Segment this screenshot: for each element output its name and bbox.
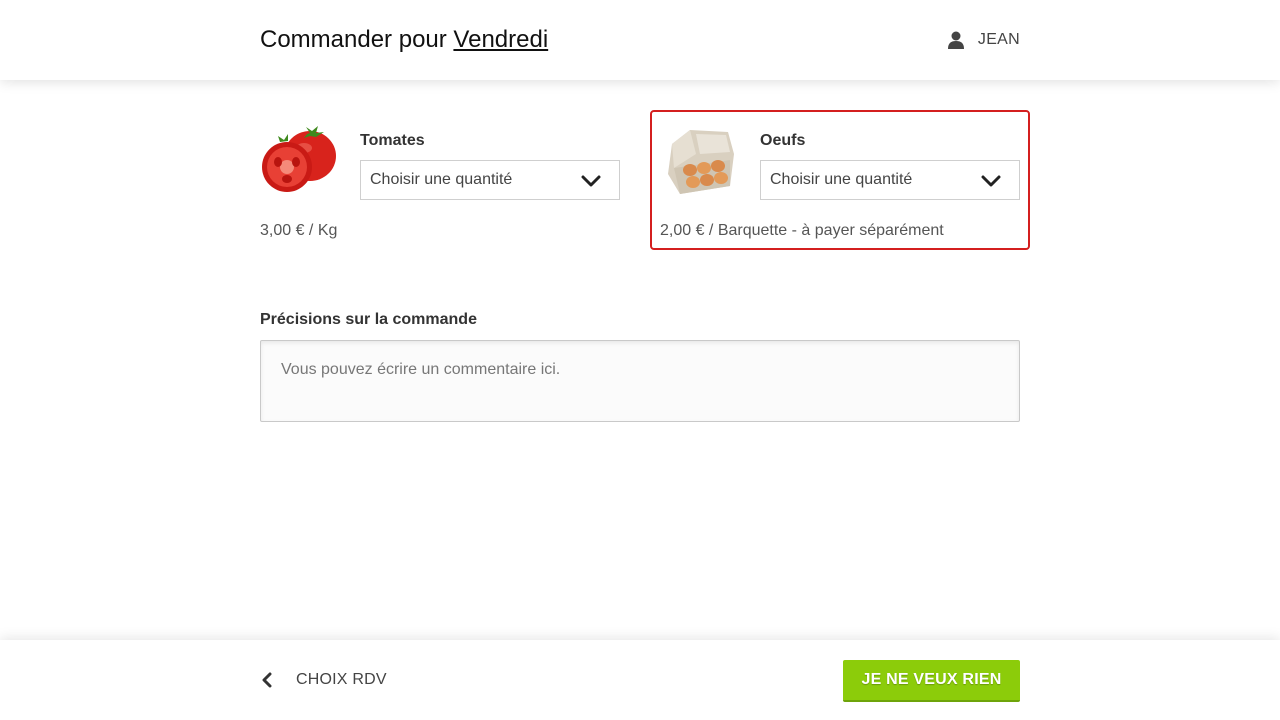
- user-menu[interactable]: JEAN: [947, 31, 1020, 49]
- back-to-appointment-link[interactable]: CHOIX RDV: [260, 666, 387, 694]
- product-list: Tomates Choisir une quantité 3,00 € / Kg…: [250, 110, 1030, 250]
- product-name: Oeufs: [760, 132, 806, 149]
- top-header: Commander pour Vendredi JEAN: [0, 0, 1280, 80]
- chevron-left-icon: [262, 672, 272, 688]
- user-icon: [947, 31, 964, 49]
- page-title: Commander pour Vendredi: [260, 26, 548, 54]
- order-notes-label: Précisions sur la commande: [260, 311, 477, 328]
- order-notes-field[interactable]: [260, 340, 1020, 422]
- day-link[interactable]: Vendredi: [453, 26, 548, 53]
- quantity-select-label: Choisir une quantité: [370, 171, 513, 188]
- quantity-select[interactable]: Choisir une quantité: [760, 160, 1020, 200]
- product-price: 2,00 € / Barquette - à payer séparément: [660, 222, 944, 239]
- product-card-oeufs: Oeufs Choisir une quantité 2,00 € / Barq…: [650, 110, 1030, 250]
- chevron-down-icon: [981, 175, 1001, 187]
- chevron-down-icon: [581, 175, 601, 187]
- product-card-tomates: Tomates Choisir une quantité 3,00 € / Kg: [250, 110, 630, 250]
- back-label: CHOIX RDV: [296, 671, 387, 688]
- product-name: Tomates: [360, 132, 425, 149]
- want-nothing-button[interactable]: JE NE VEUX RIEN: [843, 660, 1020, 702]
- quantity-select[interactable]: Choisir une quantité: [360, 160, 620, 200]
- product-price: 3,00 € / Kg: [260, 222, 338, 239]
- quantity-select-label: Choisir une quantité: [770, 171, 913, 188]
- user-name: JEAN: [977, 31, 1020, 48]
- eggs-image: [668, 130, 734, 194]
- bottom-footer: CHOIX RDV JE NE VEUX RIEN: [0, 640, 1280, 720]
- tomato-image: [262, 126, 336, 192]
- page-title-prefix: Commander pour: [260, 26, 447, 53]
